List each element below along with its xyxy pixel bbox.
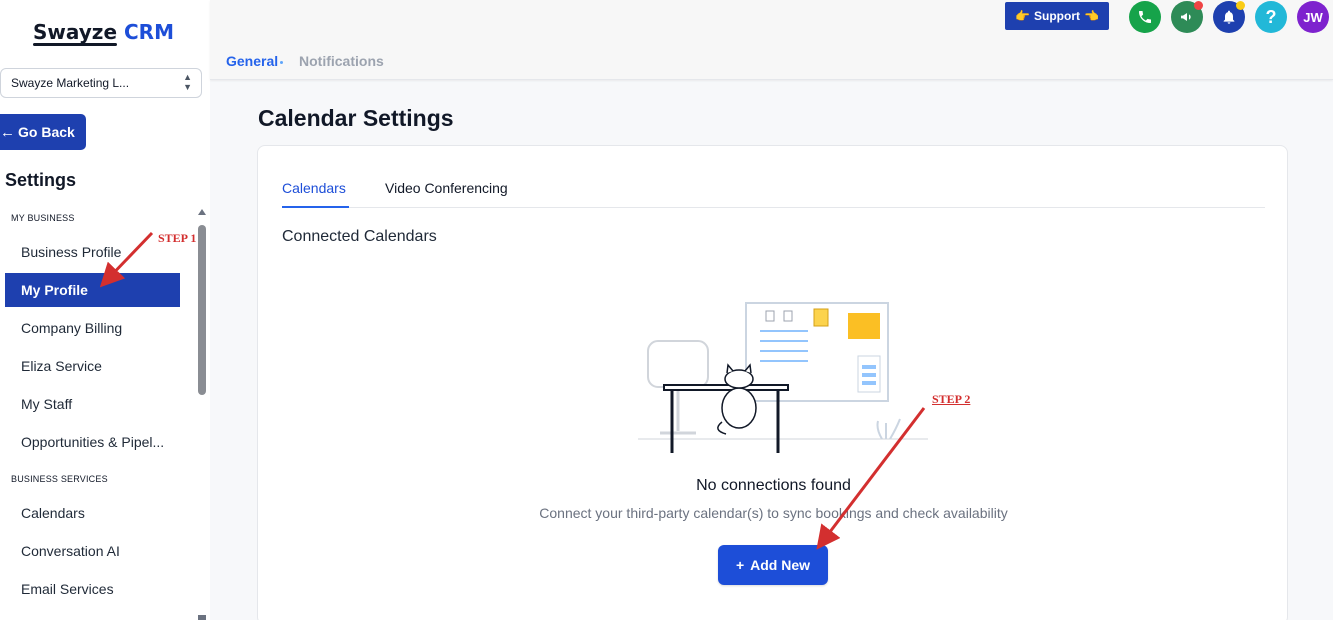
empty-state-illustration (638, 302, 928, 453)
app-logo: Swayze CRM (33, 20, 174, 44)
sidebar-item-business-profile[interactable]: Business Profile (5, 235, 180, 269)
empty-state-subtitle: Connect your third-party calendar(s) to … (539, 505, 1008, 521)
sidebar-item-company-billing[interactable]: Company Billing (5, 311, 180, 345)
sidebar: Swayze CRM Swayze Marketing L... ▲ ▼ ← Go… (0, 0, 210, 620)
sidebar-item-my-staff[interactable]: My Staff (5, 387, 180, 421)
connected-calendars-heading: Connected Calendars (282, 228, 437, 245)
section-label-my-business: MY BUSINESS (11, 213, 75, 223)
help-icon: ? (1265, 6, 1277, 27)
calendar-settings-card: Calendars Video Conferencing Connected C… (257, 145, 1288, 620)
chevron-updown-icon: ▲ ▼ (183, 72, 192, 92)
account-name: Swayze Marketing L... (11, 76, 130, 90)
go-back-label: Go Back (18, 124, 75, 140)
unread-dot (1236, 1, 1245, 10)
step-2-annotation: STEP 2 (932, 392, 971, 406)
sidebar-item-my-profile[interactable]: My Profile (5, 273, 180, 307)
phone-icon (1139, 11, 1151, 23)
account-switcher[interactable]: Swayze Marketing L... ▲ ▼ (0, 68, 202, 98)
pointing-hand-icon: 👉 (1015, 9, 1030, 23)
active-dot (280, 60, 284, 64)
support-label: Support (1034, 9, 1080, 23)
tab-notifications[interactable]: Notifications (299, 53, 384, 69)
sidebar-item-email-services[interactable]: Email Services (5, 572, 180, 606)
avatar-initials: JW (1303, 9, 1323, 25)
scroll-up-icon[interactable] (198, 209, 206, 215)
notifications-button[interactable] (1213, 1, 1245, 33)
scroll-down-icon[interactable] (198, 615, 206, 620)
arrow-left-icon: ← (0, 123, 15, 141)
phone-button[interactable] (1129, 1, 1161, 33)
add-new-button[interactable]: + Add New (718, 545, 828, 585)
tabs-divider (282, 207, 1265, 208)
logo-accent-text: CRM (123, 20, 174, 44)
tab-calendars[interactable]: Calendars (282, 180, 346, 196)
go-back-button[interactable]: ← Go Back (0, 114, 86, 150)
logo-underline (33, 43, 117, 46)
sidebar-item-conversation-ai[interactable]: Conversation AI (5, 534, 180, 568)
logo-text: Swayze (33, 20, 118, 44)
step-1-annotation: STEP 1 (158, 231, 197, 245)
sidebar-scrollbar-thumb[interactable] (198, 225, 206, 395)
section-label-business-services: BUSINESS SERVICES (11, 474, 108, 484)
sidebar-item-eliza-service[interactable]: Eliza Service (5, 349, 180, 383)
help-button[interactable]: ? (1255, 1, 1287, 33)
pointing-hand-icon: 👈 (1084, 9, 1099, 23)
support-button[interactable]: 👉 Support 👈 (1005, 2, 1109, 30)
unread-dot (1194, 1, 1203, 10)
app-root: Swayze CRM Swayze Marketing L... ▲ ▼ ← Go… (0, 0, 1333, 620)
sidebar-item-opportunities[interactable]: Opportunities & Pipel... (5, 425, 180, 459)
tab-general-label: General (226, 53, 279, 69)
tab-video-conferencing[interactable]: Video Conferencing (385, 180, 508, 196)
megaphone-icon (1181, 13, 1191, 21)
page-title: Calendar Settings (258, 105, 454, 131)
sidebar-item-calendars[interactable]: Calendars (5, 496, 180, 530)
empty-state-title: No connections found (696, 477, 851, 494)
plus-icon: + (735, 557, 745, 573)
add-new-label: Add New (750, 557, 811, 573)
bell-icon (1223, 10, 1235, 24)
tab-general[interactable]: General (226, 53, 284, 69)
announcements-button[interactable] (1171, 1, 1203, 33)
user-avatar[interactable]: JW (1297, 1, 1329, 33)
settings-heading: Settings (5, 170, 77, 190)
active-tab-indicator (282, 206, 349, 208)
